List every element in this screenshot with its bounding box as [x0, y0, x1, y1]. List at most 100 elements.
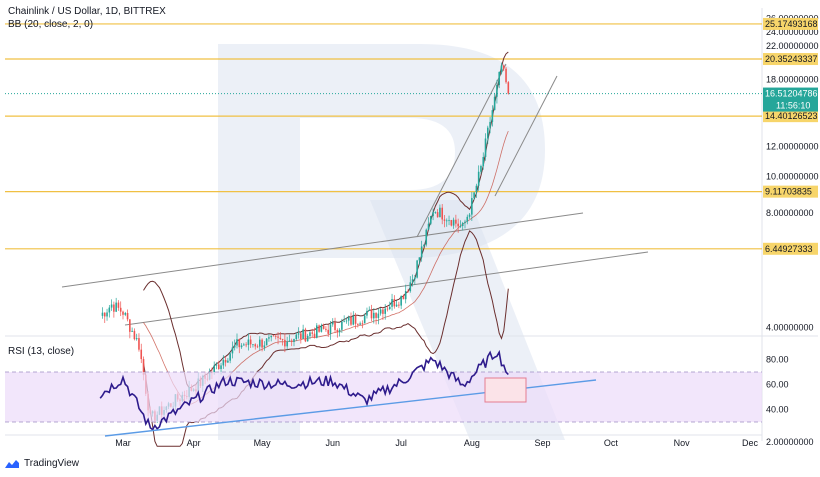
chart-canvas[interactable]: 26.0000000024.0000000022.0000000018.0000…: [0, 0, 820, 477]
candle-body: [215, 364, 218, 366]
candle-body: [316, 325, 318, 338]
candle-body: [334, 322, 336, 330]
candle-body: [430, 216, 432, 224]
candle-body: [400, 295, 402, 306]
candle-body: [254, 344, 257, 347]
candle-body: [286, 341, 288, 347]
candle-body: [341, 321, 343, 330]
candle-body: [325, 328, 327, 330]
candle-body: [229, 353, 231, 361]
candle-body: [489, 121, 491, 128]
candle-body: [436, 212, 439, 218]
time-axis-tick: Mar: [115, 438, 131, 448]
candle-body: [448, 220, 450, 221]
candle-body: [471, 198, 473, 215]
trend-channel-line[interactable]: [124, 251, 649, 326]
candle-body: [345, 320, 348, 322]
candle-body: [117, 302, 120, 308]
candle-body: [434, 212, 437, 213]
candle-body: [277, 336, 279, 338]
candle-body: [461, 223, 464, 226]
candle-body: [272, 335, 275, 337]
price-level-label: 14.40126523: [765, 111, 818, 121]
candle-body: [347, 317, 350, 321]
brand-name: TradingView: [24, 458, 80, 469]
candle-body: [343, 320, 345, 322]
current-price-label: 16.51204786: [765, 89, 818, 99]
time-axis-tick: Aug: [464, 438, 480, 448]
candle-body: [464, 221, 466, 224]
time-axis-tick: Sep: [535, 438, 551, 448]
candle-body: [106, 312, 108, 317]
candle-body: [457, 223, 459, 227]
candle-body: [425, 229, 428, 245]
candle-body: [477, 171, 480, 186]
candle-body: [338, 329, 341, 333]
candle-body: [252, 344, 254, 346]
candle-body: [354, 315, 357, 324]
price-axis-tick: 8.00000000: [766, 208, 814, 218]
candle-body: [420, 246, 423, 258]
candle-body: [113, 304, 115, 312]
candle-body: [375, 312, 377, 318]
rsi-axis-tick: 60.00: [766, 380, 789, 390]
candle-body: [295, 334, 298, 340]
candle-body: [487, 127, 489, 139]
candle-body: [398, 304, 400, 306]
candle-body: [261, 339, 263, 348]
time-axis-tick: Dec: [742, 438, 759, 448]
candle-body: [395, 304, 398, 307]
candle-body: [265, 338, 268, 346]
candle-body: [414, 277, 416, 280]
candle-body: [482, 156, 485, 166]
candle-body: [350, 317, 352, 325]
time-axis-tick: May: [254, 438, 272, 448]
time-axis-tick: Nov: [674, 438, 691, 448]
candle-body: [322, 325, 325, 329]
candle-body: [484, 138, 487, 157]
symbol-title: Chainlink / US Dollar, 1D, BITTREX: [8, 6, 166, 17]
candle-body: [473, 192, 475, 199]
price-level-label: 9.11703835: [765, 187, 812, 197]
candle-body: [243, 344, 245, 346]
price-axis-tick: 4.00000000: [766, 323, 814, 333]
time-axis-tick: Jun: [326, 438, 341, 448]
candle-body: [279, 337, 282, 339]
candle-body: [331, 322, 334, 325]
candle-body: [129, 319, 131, 332]
candle-body: [359, 323, 361, 325]
candle-body: [103, 312, 106, 317]
price-axis-tick: 2.00000000: [766, 437, 814, 447]
candle-body: [407, 291, 409, 292]
bb-indicator-label[interactable]: BB (20, close, 2, 0): [8, 19, 93, 30]
tradingview-logo[interactable]: TradingView: [4, 458, 79, 469]
candle-body: [368, 309, 371, 311]
candle-body: [220, 365, 222, 369]
candle-body: [361, 323, 364, 325]
candle-body: [238, 339, 241, 348]
tradingview-icon: [5, 459, 19, 468]
candle-body: [222, 360, 225, 366]
candle-body: [352, 315, 355, 325]
candle-body: [259, 339, 261, 347]
candle-body: [297, 333, 300, 335]
candle-body: [357, 323, 359, 325]
candle-body: [416, 260, 418, 278]
candle-body: [377, 313, 380, 318]
candle-body: [498, 72, 500, 86]
rsi-indicator-label[interactable]: RSI (13, close): [8, 346, 74, 357]
candle-body: [443, 219, 446, 221]
candle-body: [363, 315, 366, 324]
rsi-axis-tick: 40.00: [766, 405, 789, 415]
candle-body: [115, 302, 117, 312]
candle-body: [329, 324, 332, 334]
candle-body: [445, 220, 448, 222]
candle-body: [409, 282, 412, 292]
candle-body: [391, 298, 393, 307]
candle-body: [138, 338, 140, 350]
candle-body: [309, 332, 311, 336]
candle-body: [110, 304, 113, 308]
time-axis-tick: Jul: [395, 438, 407, 448]
rsi-highlight-box[interactable]: [484, 377, 527, 403]
candle-body: [439, 207, 441, 218]
